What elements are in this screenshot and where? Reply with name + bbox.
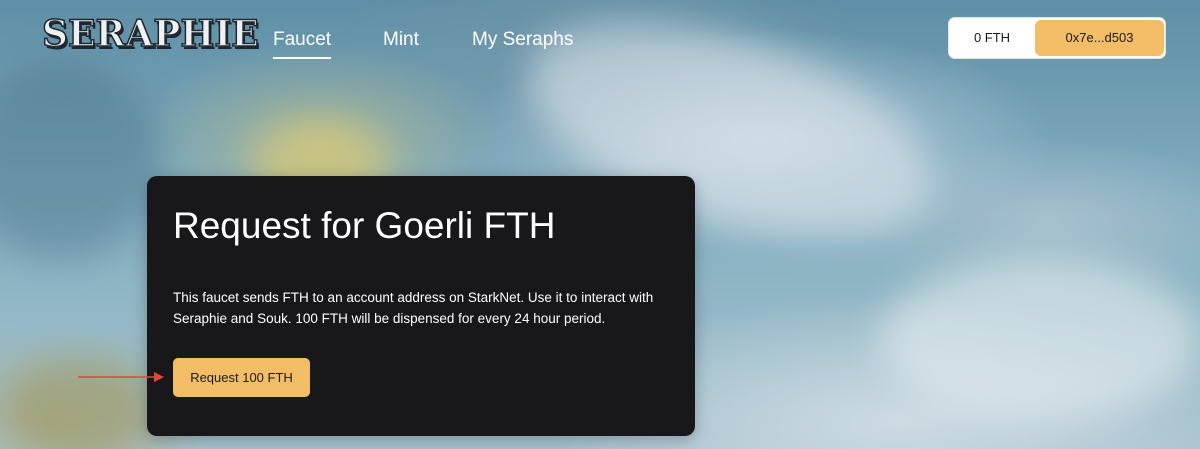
seraphie-logo[interactable]: SERAPHIE <box>41 13 259 55</box>
background-shade <box>0 60 160 260</box>
nav-my-seraphs[interactable]: My Seraphs <box>472 29 573 57</box>
card-description: This faucet sends FTH to an account addr… <box>173 290 654 326</box>
wallet-balance: 0 FTH <box>973 30 1011 45</box>
nav-faucet[interactable]: Faucet <box>273 29 332 59</box>
arrow-right-icon <box>78 372 164 382</box>
faucet-card: Request for Goerli FTH This faucet sends… <box>147 176 695 436</box>
background-cloud <box>880 260 1200 420</box>
request-fth-button[interactable]: Request 100 FTH <box>173 358 310 397</box>
nav-mint[interactable]: Mint <box>383 29 419 57</box>
logo-text: SERAPHIE <box>41 13 259 55</box>
wallet-address-button[interactable]: 0x7e...d503 <box>1035 20 1164 56</box>
page: SERAPHIE Faucet Mint My Seraphs 0 FTH 0x… <box>0 0 1200 449</box>
wallet-widget: 0 FTH 0x7e...d503 <box>948 17 1166 59</box>
card-title: Request for Goerli FTH <box>173 205 556 246</box>
